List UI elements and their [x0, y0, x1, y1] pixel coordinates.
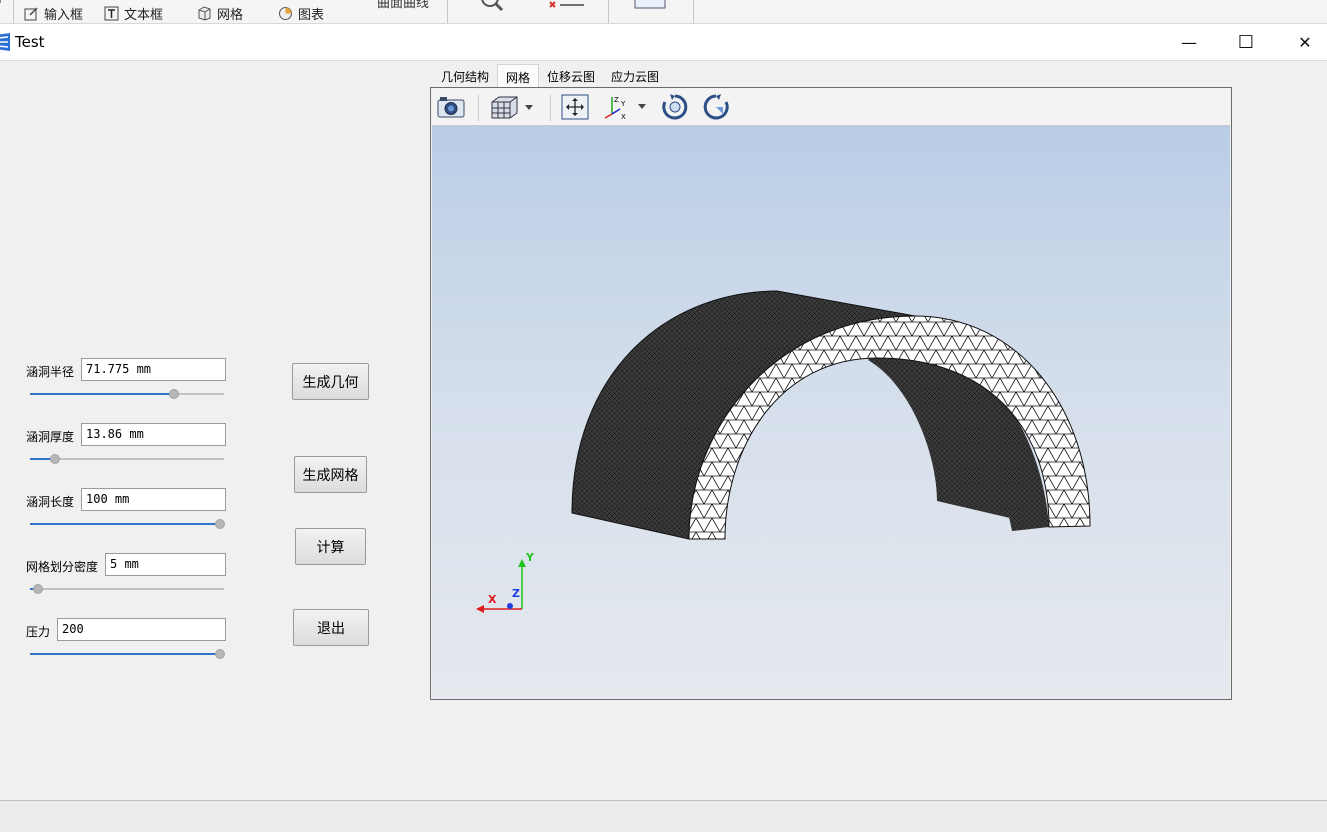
delete-line-icon	[549, 1, 584, 8]
slider-thumb[interactable]	[50, 454, 61, 464]
length-label: 涵洞长度	[26, 495, 75, 509]
tab-geometry[interactable]: 几何结构	[433, 64, 497, 88]
ribbon-item-label: 网格	[217, 7, 244, 23]
ribbon-separator	[447, 0, 448, 23]
axis-y-label: Y	[526, 551, 534, 564]
tab-stress[interactable]: 应力云图	[603, 64, 667, 88]
thickness-label: 涵洞厚度	[26, 430, 75, 444]
title-bar[interactable]: Test — ☐ ✕	[0, 24, 1327, 61]
taskbar-strip	[0, 800, 1327, 832]
ribbon-item-label: 文本框	[124, 7, 164, 23]
ribbon-chart[interactable]: 图表	[278, 4, 325, 23]
close-button[interactable]: ✕	[1276, 24, 1327, 61]
radius-slider[interactable]	[30, 388, 224, 400]
background-ribbon: I 输入框 文本框 网格 图表 曲面曲线	[0, 0, 1327, 24]
window-title: Test	[15, 33, 45, 51]
slider-thumb[interactable]	[168, 389, 179, 399]
axis-x-label: X	[488, 593, 497, 606]
ribbon-clipped-text: 曲面曲线	[377, 0, 430, 11]
ribbon-separator	[608, 0, 609, 23]
edit-icon	[24, 6, 39, 21]
thickness-input[interactable]: 13.86 mm	[81, 423, 226, 446]
toolbar-separator	[550, 95, 551, 121]
pie-chart-icon	[278, 6, 293, 21]
length-input[interactable]: 100 mm	[81, 488, 226, 511]
document-icon	[634, 0, 666, 9]
ribbon-text-box[interactable]: 文本框	[104, 4, 164, 23]
camera-icon[interactable]	[436, 93, 466, 121]
view-cube-icon[interactable]	[488, 93, 538, 121]
ribbon-item-label: 图表	[298, 7, 325, 23]
axes-icon[interactable]: ZYX	[602, 93, 650, 121]
mesh-canvas[interactable]: Y X Z	[432, 126, 1230, 699]
viewer-toolbar: ZYX	[432, 89, 1230, 126]
cube-icon	[197, 5, 212, 21]
app-window: Test — ☐ ✕ 涵洞半径 71.775 mm 涵洞厚度 13.86 mm …	[0, 24, 1327, 832]
slider-thumb[interactable]	[32, 584, 43, 594]
mesh-density-slider[interactable]	[30, 583, 224, 595]
text-icon	[104, 6, 119, 21]
mesh-density-input[interactable]: 5 mm	[105, 553, 226, 576]
ribbon-mesh[interactable]: 网格	[197, 4, 244, 23]
thickness-slider[interactable]	[30, 453, 224, 465]
app-icon	[0, 33, 10, 51]
mesh-viewer: ZYX Y X Z	[430, 87, 1232, 700]
tab-displacement[interactable]: 位移云图	[539, 64, 603, 88]
arch-mesh-render	[571, 290, 1091, 540]
ribbon-item-label: 输入框	[44, 7, 84, 23]
tab-mesh[interactable]: 网格	[497, 64, 540, 88]
length-slider[interactable]	[30, 518, 226, 530]
view-tabs: 几何结构 网格 位移云图 应力云图	[433, 64, 667, 88]
pressure-input[interactable]: 200	[57, 618, 226, 641]
maximize-button[interactable]: ☐	[1217, 24, 1275, 61]
ribbon-clipped-glyph: I	[0, 0, 2, 7]
zoom-icon	[481, 0, 504, 12]
svg-text:Y: Y	[620, 100, 626, 108]
minimize-button[interactable]: —	[1160, 24, 1218, 61]
fit-view-icon[interactable]	[560, 93, 590, 121]
compute-button[interactable]: 计算	[295, 528, 366, 565]
pressure-label: 压力	[26, 625, 51, 639]
svg-text:X: X	[621, 113, 626, 120]
generate-mesh-button[interactable]: 生成网格	[294, 456, 367, 493]
slider-thumb[interactable]	[215, 519, 226, 529]
mesh-density-label: 网格划分密度	[26, 560, 99, 574]
slider-thumb[interactable]	[215, 649, 226, 659]
maximize-icon: ☐	[1237, 32, 1255, 53]
radius-label: 涵洞半径	[26, 365, 75, 379]
close-icon: ✕	[1298, 33, 1312, 52]
rotate-ccw-icon[interactable]	[701, 93, 731, 121]
rotate-cw-icon[interactable]	[660, 93, 690, 121]
minimize-icon: —	[1181, 33, 1197, 52]
radius-input[interactable]: 71.775 mm	[81, 358, 226, 381]
ribbon-input-box[interactable]: 输入框	[24, 4, 84, 23]
axis-z-label: Z	[512, 587, 520, 600]
toolbar-separator	[478, 95, 479, 121]
ribbon-separator	[13, 0, 14, 23]
exit-button[interactable]: 退出	[293, 609, 369, 646]
generate-geometry-button[interactable]: 生成几何	[292, 363, 369, 400]
pressure-slider[interactable]	[30, 648, 226, 660]
ribbon-separator	[693, 0, 694, 23]
svg-text:Z: Z	[614, 96, 619, 104]
